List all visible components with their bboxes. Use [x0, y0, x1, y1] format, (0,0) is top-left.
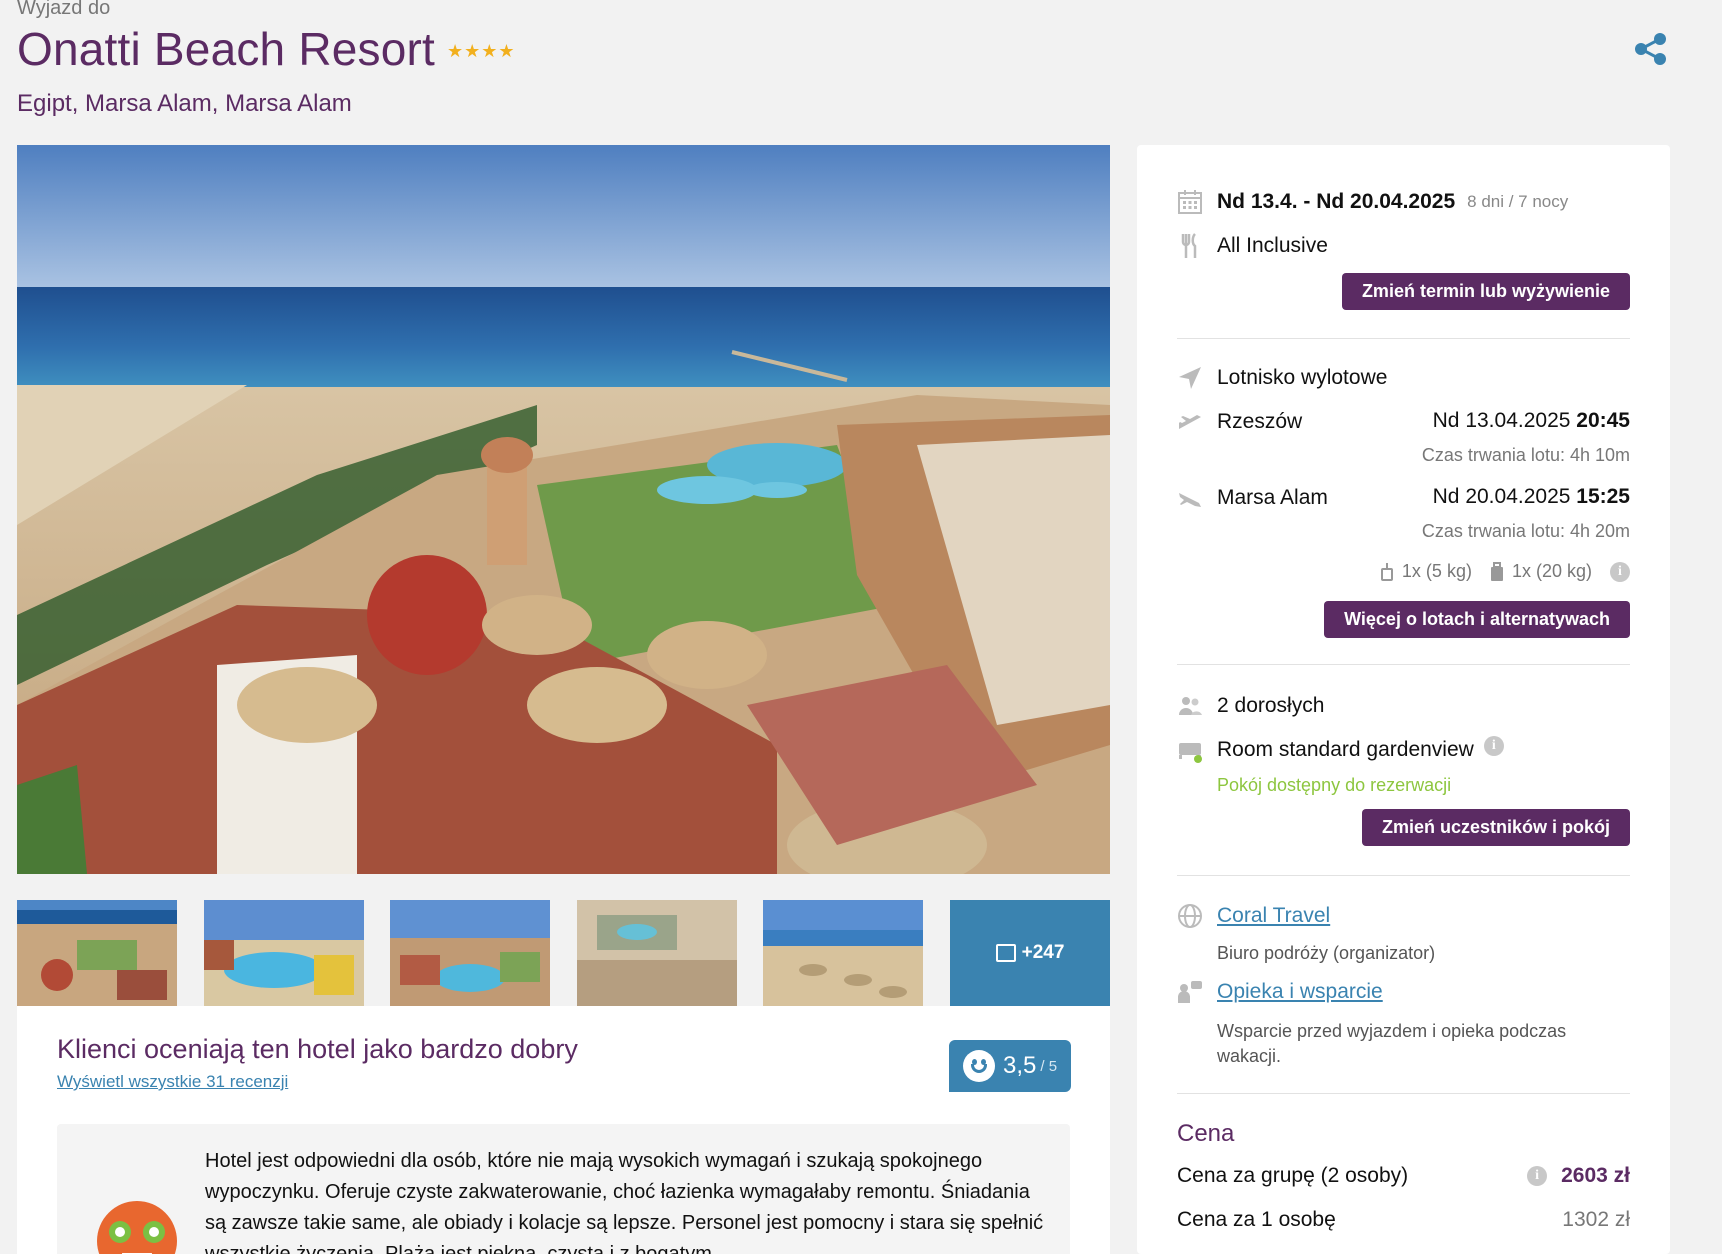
checked-luggage: 1x (20 kg) — [1511, 561, 1592, 581]
room-info-icon[interactable]: i — [1483, 736, 1504, 756]
gallery-more-button[interactable]: +247 — [950, 900, 1110, 1006]
group-price-label: Cena za grupę (2 osoby) — [1177, 1164, 1409, 1187]
group-price: i 2603 zł — [1527, 1164, 1630, 1188]
person-price-value: 1302 zł — [1562, 1208, 1630, 1231]
return-city-row: Marsa Alam — [1177, 485, 1328, 511]
rating-badge: 3,5 / 5 — [949, 1040, 1071, 1092]
person-price-label: Cena za 1 osobę — [1177, 1208, 1336, 1231]
plane-arrival-icon — [1179, 493, 1201, 507]
people-icon — [1179, 697, 1202, 715]
outbound-duration: Czas trwania lotu: 4h 10m — [1421, 445, 1630, 465]
smiley-icon — [963, 1050, 995, 1082]
image-icon — [995, 944, 1016, 962]
luggage-row: 1x (5 kg) 1x (20 kg) i — [1380, 561, 1630, 582]
pretitle: Wyjazd do — [17, 0, 111, 19]
gallery-thumbnail[interactable] — [390, 900, 550, 1006]
return-datetime: Nd 20.04.2025 15:25 — [1433, 485, 1630, 509]
return-time: 15:25 — [1576, 485, 1630, 508]
review-text: Hotel jest odpowiedni dla osób, które ni… — [205, 1150, 1044, 1254]
globe-icon — [1178, 904, 1202, 928]
plane-departure-icon — [1179, 415, 1201, 429]
rating-max: / 5 — [1040, 1057, 1058, 1075]
reviews-section: Klienci oceniają ten hotel jako bardzo d… — [17, 1006, 1110, 1254]
support-icon — [1178, 981, 1202, 1003]
gallery-thumbnail[interactable] — [577, 900, 737, 1006]
board-type: All Inclusive — [1217, 234, 1328, 257]
navigation-arrow-icon — [1179, 367, 1201, 389]
gallery-thumbnails: +247 — [17, 900, 1110, 1006]
luggage-info-icon[interactable]: i — [1610, 561, 1630, 582]
hotel-title: Onatti Beach Resort — [17, 23, 436, 75]
hand-luggage-icon — [1380, 562, 1393, 581]
hotel-location: Egipt, Marsa Alam, Marsa Alam — [17, 90, 352, 117]
room-row: Room standard gardenview i — [1177, 736, 1504, 763]
trip-duration: 8 dni / 7 nocy — [1467, 192, 1569, 211]
travellers: 2 dorosłych — [1217, 694, 1325, 717]
operator-subtitle: Biuro podróży (organizator) — [1217, 943, 1436, 963]
airport-label: Lotnisko wylotowe — [1217, 366, 1388, 389]
support-link[interactable]: Opieka i wsparcie — [1217, 980, 1383, 1004]
gallery-thumbnail[interactable] — [763, 900, 923, 1006]
outbound-date: Nd 13.04.2025 — [1432, 409, 1571, 432]
calendar-icon — [1178, 190, 1202, 214]
gallery-more-count: +247 — [1021, 942, 1065, 963]
change-room-button[interactable]: Zmień uczestników i pokój — [1361, 809, 1630, 846]
hand-luggage: 1x (5 kg) — [1401, 561, 1472, 581]
group-price-value: 2603 zł — [1561, 1164, 1630, 1187]
operator-row: Coral Travel — [1177, 903, 1330, 929]
reviewer-avatar — [97, 1201, 177, 1254]
divider — [1177, 338, 1630, 339]
offer-page: Wyjazd do Onatti Beach Resort ★★★★ Egipt… — [0, 0, 1722, 1254]
room-type: Room standard gardenview — [1217, 738, 1474, 761]
hotel-stars: ★★★★ — [447, 40, 516, 61]
board-row: All Inclusive — [1177, 233, 1328, 259]
price-heading: Cena — [1177, 1120, 1235, 1147]
outbound-time: 20:45 — [1576, 409, 1630, 432]
gallery-thumbnail[interactable] — [17, 900, 177, 1006]
outbound-datetime: Nd 13.04.2025 20:45 — [1433, 409, 1630, 433]
title-row: Onatti Beach Resort ★★★★ — [17, 22, 516, 76]
divider — [1177, 875, 1630, 876]
cutlery-icon — [1181, 233, 1197, 258]
outbound-city-row: Rzeszów — [1177, 409, 1302, 435]
all-reviews-link[interactable]: Wyświetl wszystkie 31 recenzji — [57, 1072, 288, 1092]
booking-sidebar: Nd 13.4. - Nd 20.04.2025 8 dni / 7 nocy … — [1137, 145, 1670, 1254]
rating-score: 3,5 — [1003, 1052, 1037, 1079]
more-flights-button[interactable]: Więcej o lotach i alternatywach — [1324, 601, 1630, 638]
dates-row: Nd 13.4. - Nd 20.04.2025 8 dni / 7 nocy — [1177, 189, 1568, 215]
change-term-button[interactable]: Zmień termin lub wyżywienie — [1341, 273, 1630, 310]
reviews-heading: Klienci oceniają ten hotel jako bardzo d… — [57, 1034, 578, 1064]
divider — [1177, 664, 1630, 665]
price-info-icon[interactable]: i — [1527, 1166, 1548, 1186]
airport-row: Lotnisko wylotowe — [1177, 365, 1387, 391]
divider — [1177, 1093, 1630, 1094]
trip-dates: Nd 13.4. - Nd 20.04.2025 — [1217, 190, 1456, 213]
main-hotel-photo[interactable] — [17, 145, 1110, 874]
checked-luggage-icon — [1490, 561, 1503, 581]
outbound-city: Rzeszów — [1217, 410, 1303, 433]
gallery-thumbnail[interactable] — [204, 900, 364, 1006]
share-icon[interactable] — [1632, 30, 1670, 68]
operator-link[interactable]: Coral Travel — [1217, 904, 1330, 928]
return-city: Marsa Alam — [1217, 486, 1328, 509]
support-text: Wsparcie przed wyjazdem i opieka podczas… — [1217, 1021, 1567, 1066]
travellers-row: 2 dorosłych — [1177, 693, 1324, 719]
support-row: Opieka i wsparcie — [1177, 979, 1383, 1005]
return-date: Nd 20.04.2025 — [1432, 485, 1571, 508]
bed-icon — [1179, 743, 1202, 763]
room-availability: Pokój dostępny do rezerwacji — [1217, 775, 1452, 795]
return-duration: Czas trwania lotu: 4h 20m — [1421, 521, 1630, 541]
review-card: Hotel jest odpowiedni dla osób, które ni… — [57, 1124, 1070, 1254]
